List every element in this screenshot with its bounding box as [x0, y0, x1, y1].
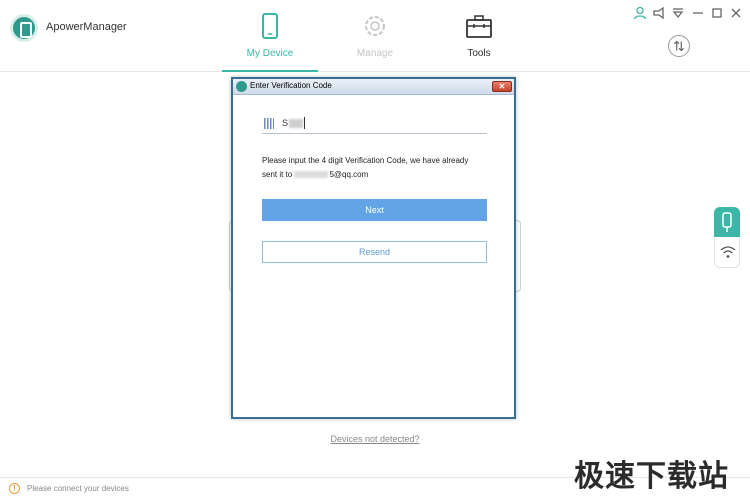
- megaphone-icon[interactable]: [651, 5, 667, 21]
- tab-tools-label: Tools: [467, 48, 491, 59]
- verification-message: Please input the 4 digit Verification Co…: [262, 154, 497, 182]
- redacted-email: [294, 171, 329, 179]
- minimize-icon[interactable]: [690, 5, 706, 21]
- status-text: Please connect your devices: [27, 484, 129, 493]
- message-line-2: sent it to 5@qq.com: [262, 168, 497, 182]
- dialog-app-icon: [236, 81, 247, 92]
- active-tab-underline: [222, 70, 318, 72]
- app-header: ApowerManager My Device Manage Tools: [0, 0, 750, 72]
- gear-icon: [365, 16, 385, 36]
- tab-my-device-label: My Device: [246, 48, 294, 59]
- dialog-close-button[interactable]: ✕: [492, 81, 512, 92]
- app-logo-icon: [10, 14, 38, 42]
- message-line-1: Please input the 4 digit Verification Co…: [262, 156, 469, 165]
- dialog-title: Enter Verification Code: [250, 81, 332, 90]
- wifi-icon: [720, 246, 736, 258]
- usb-connect-button[interactable]: [714, 207, 740, 237]
- text-caret: [304, 117, 305, 129]
- verification-code-value: S: [282, 118, 289, 128]
- usb-icon: [722, 212, 732, 232]
- verification-code-input[interactable]: S: [262, 115, 487, 134]
- phone-icon: [262, 13, 278, 39]
- watermark: 极速下载站: [574, 459, 729, 494]
- barcode-icon: [264, 118, 274, 129]
- email-suffix: 5@qq.com: [329, 170, 369, 179]
- settings-dropdown-icon[interactable]: [670, 5, 686, 21]
- wifi-connect-button[interactable]: [714, 238, 740, 268]
- resend-button[interactable]: Resend: [262, 241, 487, 263]
- close-icon[interactable]: [728, 5, 744, 21]
- tab-manage[interactable]: Manage: [327, 0, 423, 72]
- verification-dialog: Enter Verification Code ✕ S Please input…: [231, 77, 516, 419]
- devices-not-detected-link[interactable]: Devices not detected?: [300, 434, 450, 444]
- sync-icon[interactable]: [668, 35, 690, 57]
- message-prefix: sent it to: [262, 170, 295, 179]
- dialog-titlebar: Enter Verification Code ✕: [233, 79, 514, 95]
- tab-my-device[interactable]: My Device: [222, 0, 318, 72]
- tab-tools[interactable]: Tools: [431, 0, 527, 72]
- maximize-icon[interactable]: [709, 5, 725, 21]
- redacted-code: [289, 119, 303, 128]
- toolbox-icon: [466, 15, 492, 38]
- user-icon[interactable]: [632, 5, 648, 21]
- warning-icon: !: [9, 483, 20, 494]
- tab-manage-label: Manage: [356, 48, 394, 59]
- next-button[interactable]: Next: [262, 199, 487, 221]
- app-name: ApowerManager: [46, 21, 127, 33]
